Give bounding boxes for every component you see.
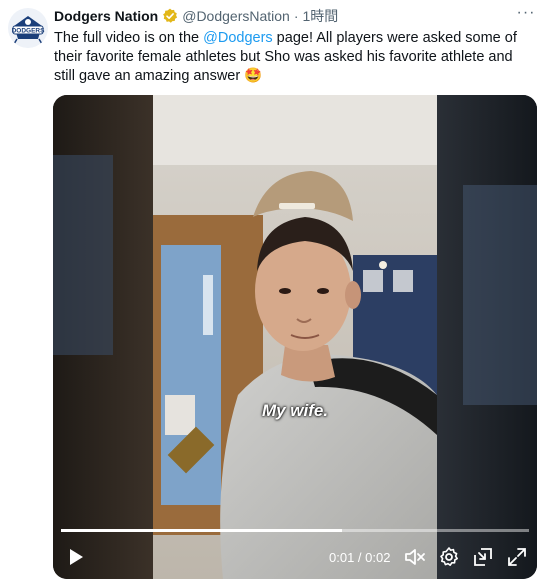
video-caption: My wife. [261,401,329,420]
settings-gear-icon[interactable] [437,545,461,569]
video-controls: 0:01 / 0:02 [53,541,537,573]
picture-in-picture-icon[interactable] [471,545,495,569]
tweet-text: The full video is on the @Dodgers page! … [54,29,536,86]
time-readout: 0:01 / 0:02 [329,550,390,565]
mention-link[interactable]: @Dodgers [203,30,273,46]
fullscreen-icon[interactable] [505,545,529,569]
video-player[interactable]: My wife. 0:01 / 0:02 [53,95,537,579]
more-options-icon[interactable]: ··· [515,4,537,24]
avatar[interactable]: DODGERS [8,8,48,48]
progress-bar[interactable] [61,529,529,532]
play-icon[interactable] [63,545,87,569]
progress-fill [61,529,342,532]
video-frame [53,95,537,579]
current-time: 0:01 [329,550,355,565]
dodgers-nation-logo: DODGERS [8,8,48,48]
timestamp[interactable]: 1時間 [303,6,339,26]
separator-dot: · [293,8,299,24]
tweet-text-start: The full video is on the [54,30,204,46]
display-name[interactable]: Dodgers Nation [54,8,158,24]
tweet-header: Dodgers Nation @DodgersNation · 1時間 [54,6,537,26]
tweet: DODGERS Dodgers Nation @DodgersNation · … [0,0,547,583]
verified-badge-icon[interactable] [162,8,178,24]
avatar-logo-text: DODGERS [12,28,46,35]
volume-muted-icon[interactable] [403,545,427,569]
duration: 0:02 [365,550,391,565]
time-separator: / [354,550,366,565]
handle[interactable]: @DodgersNation [182,8,290,24]
